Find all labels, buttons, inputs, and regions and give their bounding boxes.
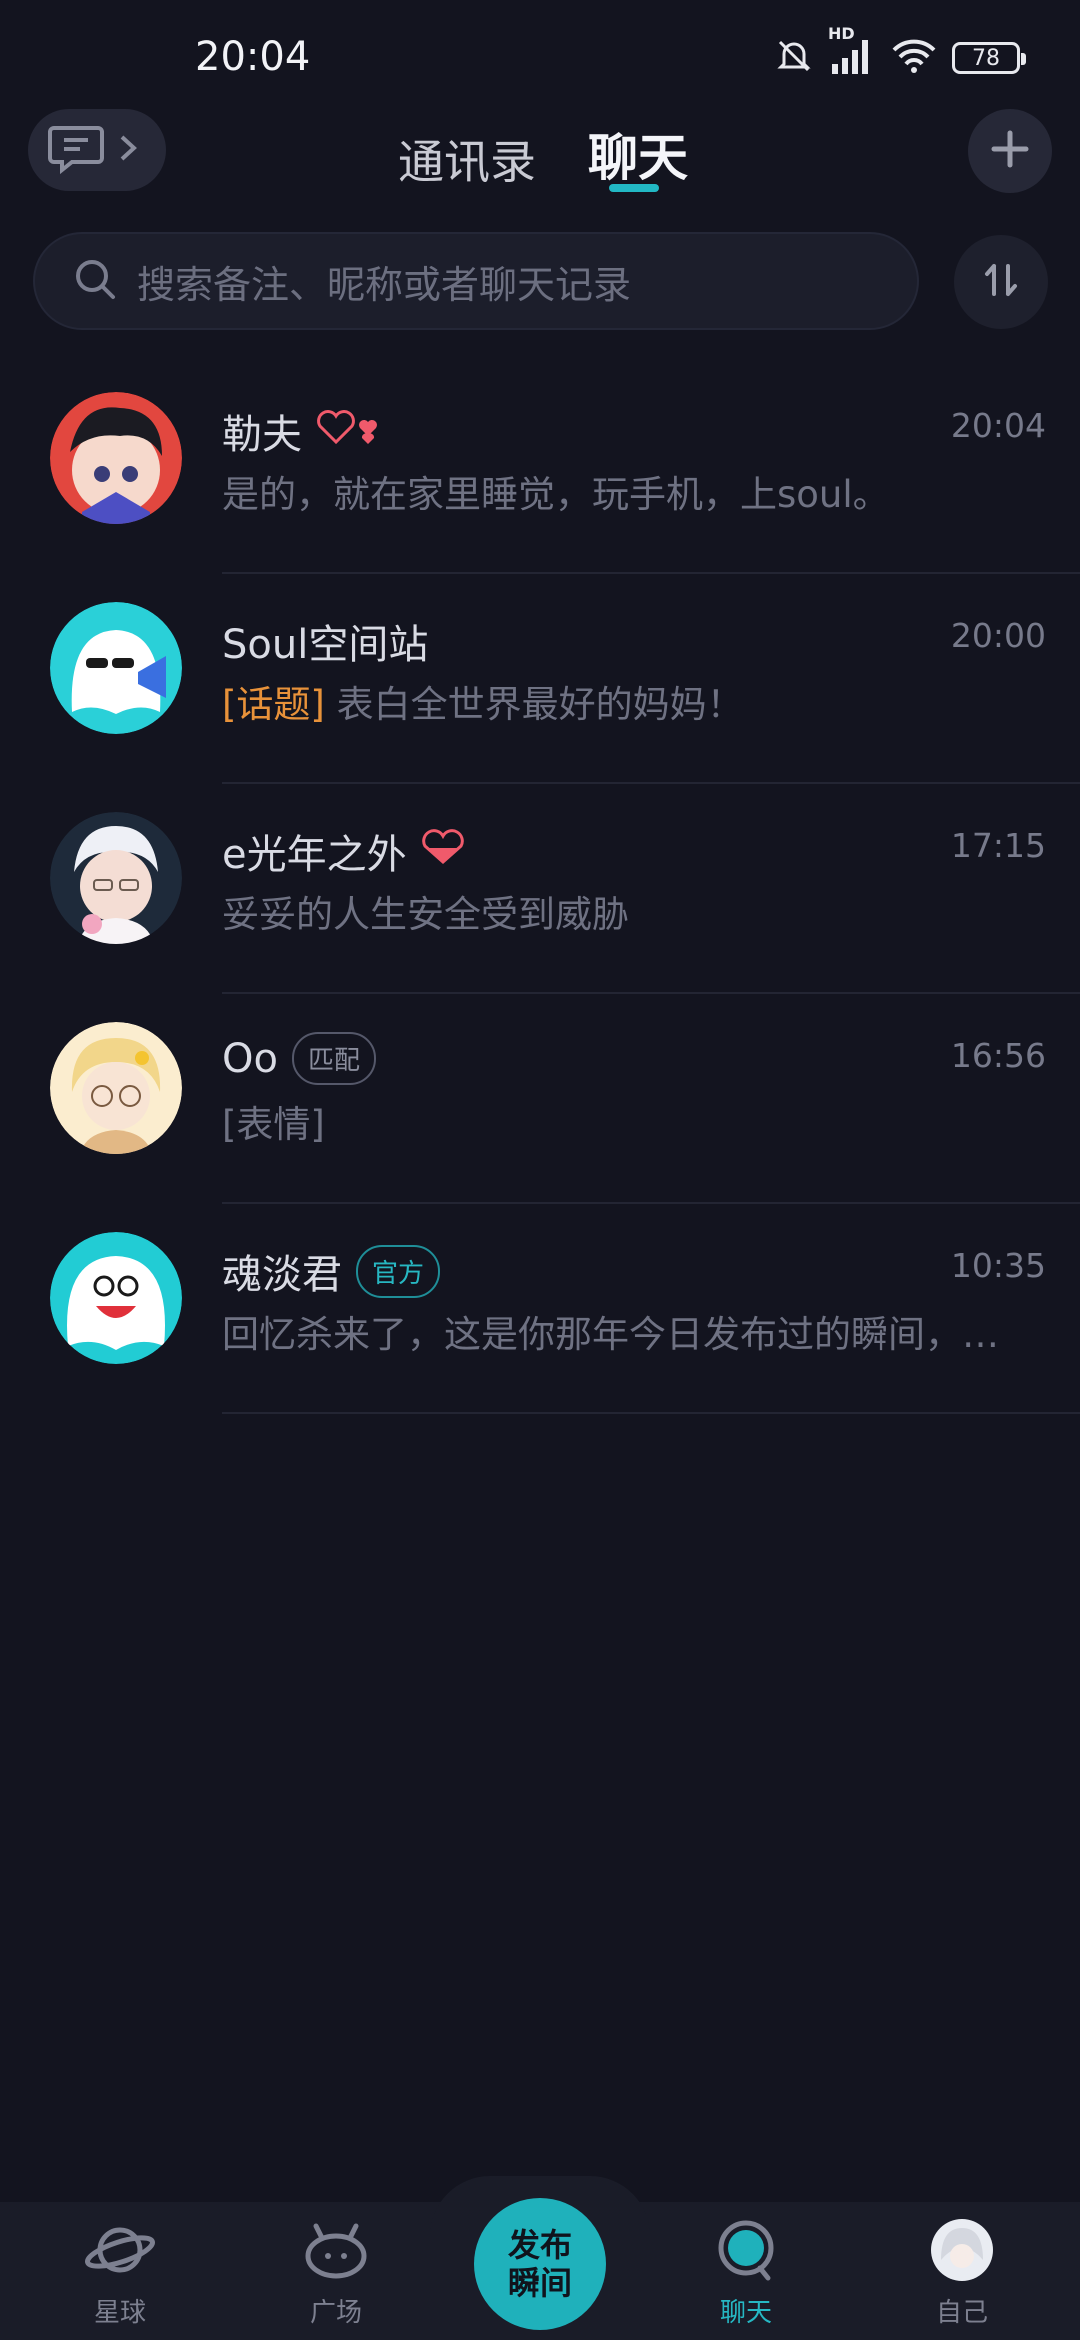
search-placeholder: 搜索备注、昵称或者聊天记录: [137, 262, 632, 307]
chat-icon: [710, 2218, 782, 2286]
chat-name-text: e光年之外: [222, 832, 407, 878]
chat-preview: [表情]: [222, 1103, 325, 1146]
avatar: [50, 602, 182, 734]
chat-item-e-guangnian[interactable]: e光年之外 17:15 妥妥的人生安全受到威胁: [0, 784, 1080, 994]
chat-name-text: 魂淡君: [222, 1252, 342, 1298]
chat-preview: 是的，就在家里睡觉，玩手机，上soul。: [222, 473, 890, 516]
chat-time: 17:15: [950, 826, 1046, 865]
chat-item-hundanjun[interactable]: 魂淡君 官方 10:35 回忆杀来了，这是你那年今日发布过的瞬间，…: [0, 1204, 1080, 1414]
square-icon: [300, 2218, 372, 2286]
add-button[interactable]: [968, 109, 1052, 193]
avatar: [929, 2218, 995, 2286]
chat-time: 20:04: [950, 406, 1046, 445]
nav-item-chat[interactable]: 聊天: [676, 2218, 816, 2329]
chat-item-oo[interactable]: Oo 匹配 16:56 [表情]: [0, 994, 1080, 1204]
heart-half-icon: [421, 828, 465, 874]
topic-tag: [话题]: [222, 683, 325, 726]
nav-label: 星球: [93, 2298, 146, 2328]
chat-time: 16:56: [950, 1036, 1046, 1075]
signal-icon: HD: [828, 24, 876, 80]
nav-item-self[interactable]: 自己: [892, 2218, 1032, 2329]
mute-bell-icon: [774, 36, 814, 80]
chat-time: 10:35: [950, 1246, 1046, 1285]
official-badge: 官方: [356, 1244, 441, 1298]
status-time: 20:04: [195, 34, 311, 80]
publish-label-2: 瞬间: [507, 2264, 572, 2302]
active-tab-indicator: [609, 184, 659, 192]
avatar: [50, 1022, 182, 1154]
plus-icon: [990, 129, 1030, 173]
search-input[interactable]: 搜索备注、昵称或者聊天记录: [33, 232, 919, 330]
chat-item-lefu[interactable]: 勒夫 20:04 是的，就在家里睡觉，玩手机，上soul。: [0, 364, 1080, 574]
match-badge: 匹配: [291, 1032, 376, 1085]
divider: [222, 1412, 1080, 1414]
search-icon: [73, 257, 117, 305]
avatar: [50, 812, 182, 944]
battery-indicator: 78: [952, 42, 1026, 74]
avatar: [50, 1232, 182, 1364]
chat-name: 魂淡君 官方: [222, 1242, 441, 1300]
nav-label: 自己: [935, 2298, 988, 2328]
status-icons: HD 78: [774, 24, 1026, 80]
tab-chat[interactable]: 聊天: [588, 118, 688, 190]
chat-time: 20:00: [950, 616, 1046, 655]
chat-name: Soul空间站: [222, 612, 428, 670]
sort-arrows-icon: [981, 260, 1021, 304]
chat-item-soul-space-station[interactable]: Soul空间站 20:00 [话题] 表白全世界最好的妈妈！: [0, 574, 1080, 784]
chat-name: e光年之外: [222, 822, 465, 880]
nav-item-square[interactable]: 广场: [266, 2218, 406, 2329]
nav-label: 广场: [309, 2298, 362, 2328]
chat-name-text: Oo: [222, 1035, 278, 1082]
wifi-icon: [890, 36, 938, 80]
planet-icon: [84, 2218, 156, 2286]
chat-preview: 回忆杀来了，这是你那年今日发布过的瞬间，…: [222, 1313, 999, 1356]
chat-name-text: 勒夫: [222, 412, 302, 458]
network-label: HD: [828, 24, 855, 43]
publish-label-1: 发布: [507, 2226, 572, 2264]
chat-list: 勒夫 20:04 是的，就在家里睡觉，玩手机，上soul。 Soul空间站 20…: [0, 364, 1080, 1414]
sort-button[interactable]: [954, 235, 1048, 329]
chat-preview-text: 表白全世界最好的妈妈！: [324, 683, 744, 726]
nav-label: 聊天: [719, 2298, 772, 2328]
status-bar: 20:04 HD 78: [0, 0, 1080, 110]
chat-name-text: Soul空间站: [222, 622, 429, 668]
chat-name: Oo 匹配: [222, 1032, 376, 1085]
avatar: [50, 392, 182, 524]
tab-contacts[interactable]: 通讯录: [398, 126, 536, 192]
chat-name: 勒夫: [222, 402, 380, 460]
nav-item-planet[interactable]: 星球: [50, 2218, 190, 2329]
chat-preview: [话题] 表白全世界最好的妈妈！: [222, 674, 1042, 728]
publish-moment-button[interactable]: 发布 瞬间: [474, 2198, 606, 2330]
header-tabs: 通讯录 聊天: [0, 118, 1080, 198]
chat-preview: 妥妥的人生安全受到威胁: [222, 893, 629, 936]
heart-outline-icon: [316, 406, 380, 456]
